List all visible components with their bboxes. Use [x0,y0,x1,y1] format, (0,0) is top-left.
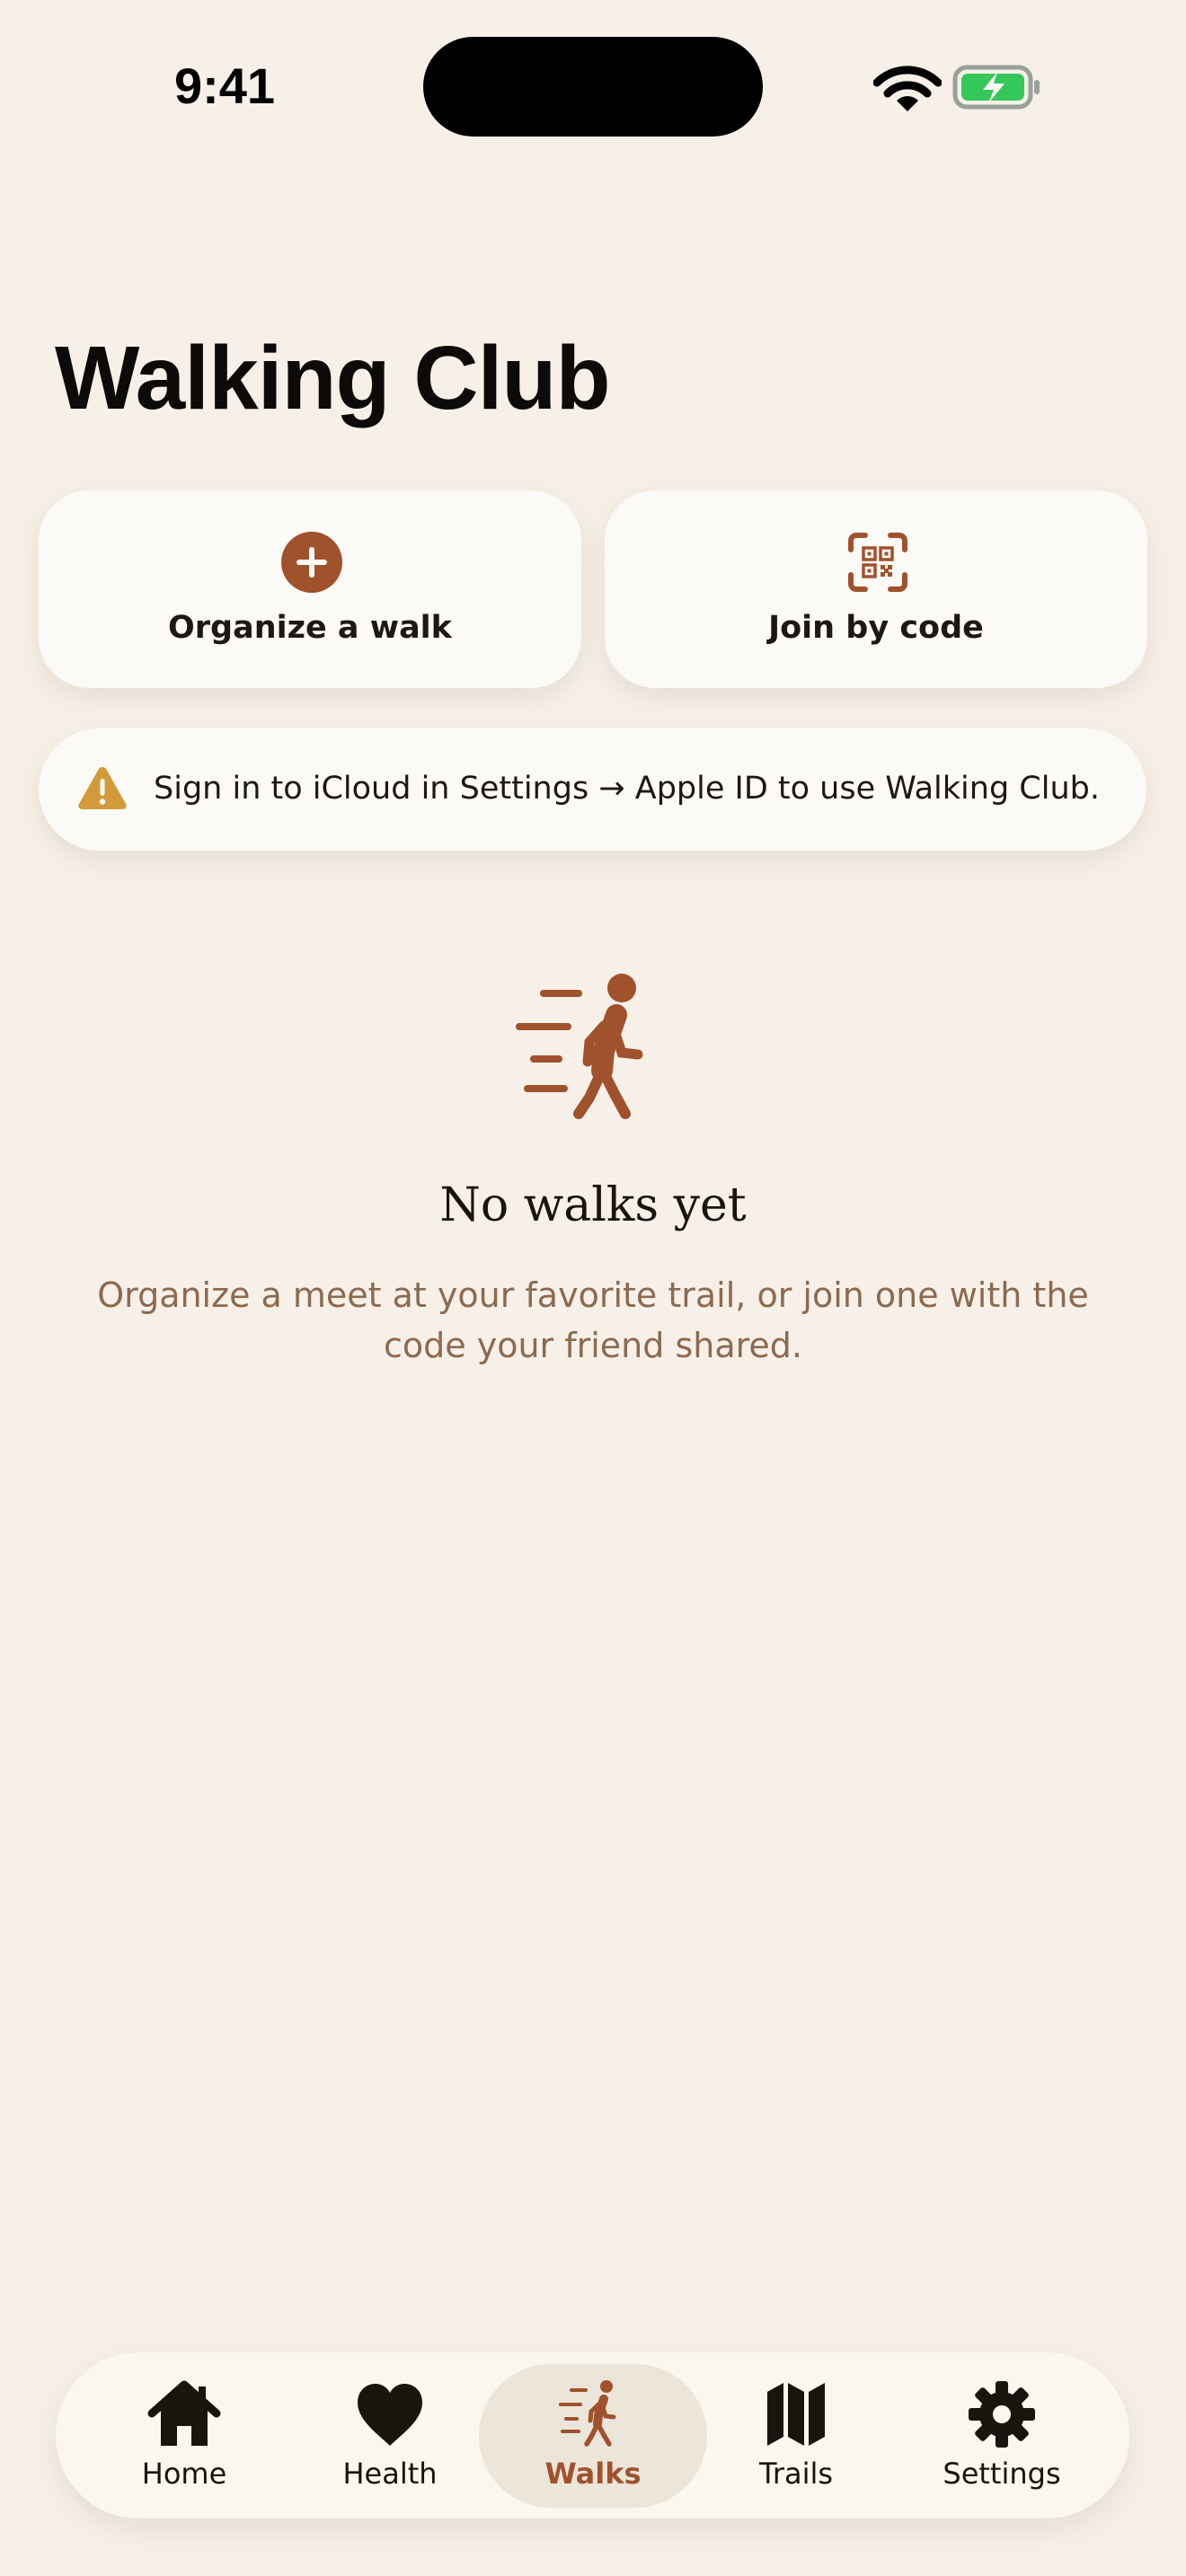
tab-trails-label: Trails [758,2457,834,2491]
organize-walk-label: Organize a walk [168,610,452,646]
tab-bar: Home Health Walks Trails Settings [56,2352,1129,2519]
tab-walks-label: Walks [544,2457,642,2491]
qr-code-scan-icon [848,533,907,592]
walking-figure-icon [516,974,643,1119]
heart-icon [358,2384,422,2446]
battery-icon [952,65,1040,110]
plus-circle-icon [281,532,342,593]
empty-state-description: Organize a meet at your favorite trail, … [97,1275,1089,1365]
organize-walk-button[interactable]: Organize a walk [39,490,581,688]
page-title: Walking Club [55,328,611,428]
tab-home-label: Home [141,2457,227,2491]
icloud-warning-banner: Sign in to iCloud in Settings → Apple ID… [39,728,1146,851]
tab-home[interactable]: Home [108,2352,261,2519]
status-time: 9:41 [173,57,276,114]
house-icon [147,2380,221,2446]
tab-walks[interactable]: Walks [479,2352,707,2519]
join-by-code-label: Join by code [768,610,984,646]
empty-state-title: No walks yet [439,1178,747,1232]
join-by-code-button[interactable]: Join by code [605,490,1147,688]
dynamic-island [423,37,763,137]
warning-triangle-icon [78,767,127,809]
wifi-icon [873,66,942,111]
tab-health-label: Health [342,2457,438,2491]
gear-icon [969,2381,1035,2448]
icloud-warning-text: Sign in to iCloud in Settings → Apple ID… [154,771,1100,807]
walking-figure-icon [559,2380,616,2447]
tab-settings[interactable]: Settings [925,2352,1078,2519]
tab-trails[interactable]: Trails [720,2352,872,2519]
tab-health[interactable]: Health [314,2352,466,2519]
tab-settings-label: Settings [943,2457,1061,2491]
map-icon [767,2383,825,2446]
